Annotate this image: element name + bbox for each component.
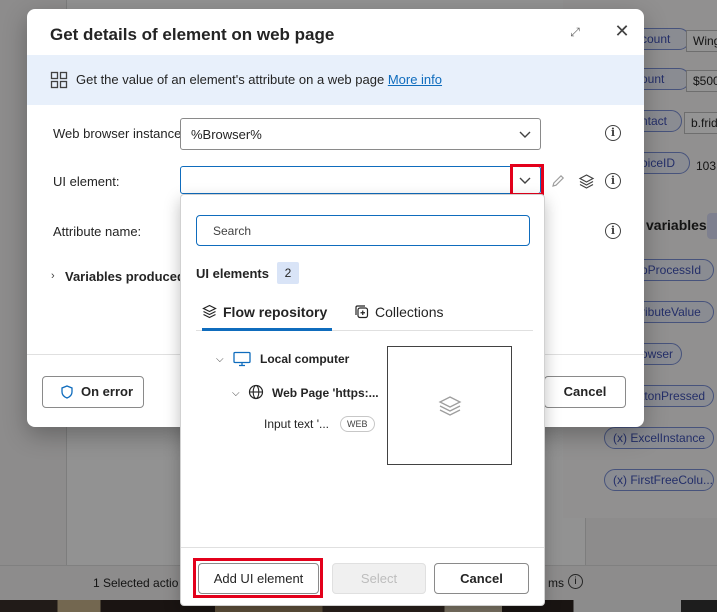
chevron-down-icon — [519, 131, 531, 138]
chevron-down-icon[interactable]: ⌵ — [232, 388, 240, 399]
attribute-name-label: Attribute name: — [53, 224, 142, 239]
action-icon — [50, 71, 68, 89]
more-info-link[interactable]: More info — [388, 72, 442, 87]
ui-element-select[interactable] — [180, 166, 541, 194]
on-error-label: On error — [81, 384, 134, 399]
select-button[interactable]: Select — [332, 563, 426, 594]
element-preview — [387, 346, 512, 465]
ui-element-picker: UI elements 2 Flow repository Collection… — [180, 194, 545, 606]
browser-instance-label: Web browser instance: — [53, 126, 185, 141]
search-input[interactable] — [213, 224, 513, 238]
popup-cancel-button[interactable]: Cancel — [434, 563, 529, 594]
help-icon[interactable]: i — [605, 173, 621, 189]
help-icon[interactable]: i — [605, 125, 621, 141]
banner-text: Get the value of an element's attribute … — [76, 72, 385, 87]
info-banner: Get the value of an element's attribute … — [27, 55, 644, 105]
tree-item-web-page[interactable]: Web Page 'https:... — [272, 386, 379, 400]
browser-instance-select[interactable]: %Browser% — [180, 118, 541, 150]
layers-icon — [438, 396, 462, 416]
tab-collections[interactable]: Collections — [354, 296, 464, 331]
banner-text-container: Get the value of an element's attribute … — [76, 72, 442, 87]
tree-item-local-computer[interactable]: Local computer — [260, 352, 349, 366]
collection-icon — [355, 305, 369, 319]
tab-flow-repository[interactable]: Flow repository — [202, 296, 332, 331]
help-icon[interactable]: i — [605, 223, 621, 239]
repository-tabs: Flow repository Collections — [196, 296, 533, 331]
ui-elements-count-badge: 2 — [277, 262, 299, 284]
computer-icon — [233, 351, 251, 367]
add-button-highlight — [193, 558, 323, 598]
shield-icon — [61, 385, 73, 399]
tree-item-input-text[interactable]: Input text '... — [264, 417, 329, 431]
tab-flow-repository-label: Flow repository — [223, 304, 328, 320]
dropdown-highlight — [510, 164, 544, 196]
dialog-title: Get details of element on web page — [50, 25, 335, 44]
chevron-down-icon[interactable]: ⌵ — [216, 354, 224, 365]
search-field[interactable] — [196, 215, 530, 246]
chevron-right-icon[interactable]: › — [51, 270, 55, 282]
variables-produced-toggle[interactable]: Variables produced — [65, 269, 185, 284]
tab-collections-label: Collections — [375, 304, 444, 320]
layers-icon — [202, 304, 217, 319]
ui-element-label: UI element: — [53, 174, 120, 189]
cancel-button[interactable]: Cancel — [544, 376, 626, 408]
on-error-button[interactable]: On error — [42, 376, 144, 408]
pencil-icon[interactable] — [550, 173, 566, 189]
ui-elements-title: UI elements — [196, 266, 269, 281]
popup-footer-divider — [181, 547, 544, 548]
browser-instance-value: %Browser% — [191, 127, 262, 142]
expand-icon[interactable]: ⤢ — [567, 25, 583, 41]
globe-icon — [248, 384, 264, 400]
layers-icon[interactable] — [578, 173, 595, 190]
web-tag-badge: WEB — [340, 416, 375, 432]
close-icon[interactable]: ✕ — [612, 21, 632, 41]
